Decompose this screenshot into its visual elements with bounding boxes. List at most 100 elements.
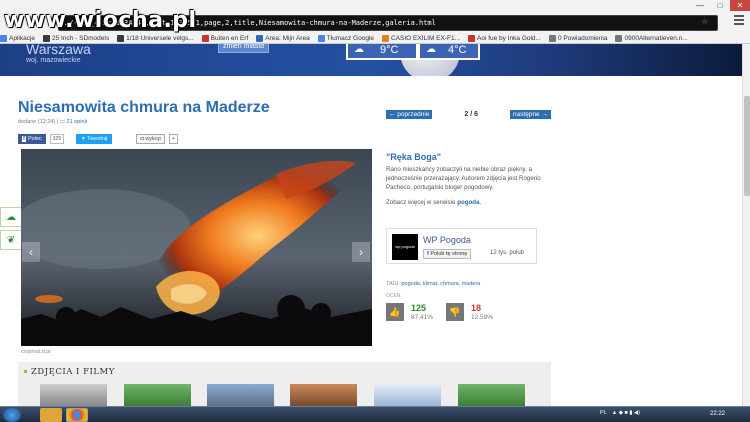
film-thumbnail[interactable] [124,384,191,406]
tray-icons[interactable]: ▲ ◆ ■ ▮ ◀) [612,410,640,416]
facebook-page-name[interactable]: WP Pogoda [423,235,471,245]
screen: — □ ✕ …/-/45_4,bc,1834548,list,1835571,p… [0,0,750,422]
bookmark-label: Area: Mijn Area [265,35,310,42]
social-bar: f Polec 325 ✦ Tweetnij ◘ wykop + [18,134,179,144]
bookmark-item[interactable]: Aplikacje [0,33,35,44]
film-thumbnail[interactable] [40,384,107,406]
tweet-label: Tweetnij [87,136,108,142]
tags-list[interactable]: pogoda, klimat, chmura, madera [401,281,480,287]
weather-banner: Warszawa woj. mazowieckie zmień miasto ☁… [0,44,742,76]
tags-label: TAGI: [386,281,402,287]
film-thumbnail[interactable] [458,384,525,406]
wp-pogoda-logo[interactable]: wp pogoda [392,234,418,260]
next-button[interactable]: następne → [509,110,551,119]
upvote-count: 125 [411,303,427,313]
clock[interactable]: 22:22 [710,411,725,417]
city-name: Warszawa [26,44,91,57]
photo-next-arrow[interactable]: › [352,242,370,262]
language-indicator[interactable]: PL [600,410,607,416]
gallery-pager: ← poprzednie 2 / 6 następne → [386,110,551,119]
section-title: ZDJĘCIA I FILMY [24,367,115,377]
film-thumbnail[interactable] [290,384,357,406]
temperature-tomorrow: 4°C [448,44,467,56]
bookmark-favicon-icon [0,35,7,42]
chrome-icon[interactable] [66,408,88,422]
temperature-today: 9°C [380,44,399,56]
explorer-icon[interactable] [40,408,62,422]
thumbs-up-icon[interactable]: 👍 [386,303,404,321]
region-name: woj. mazowieckie [26,57,81,64]
bookmark-label: 0 Powiadomienia [557,35,608,42]
facebook-label: Polec [28,136,42,142]
bookmark-item[interactable]: Tłumacz Google [317,33,375,44]
windows-taskbar: PL ▲ ◆ ■ ▮ ◀) 22:22 [0,406,750,422]
cloud-icon: ☁ [426,44,436,55]
cloud-icon: ☁ [354,44,364,55]
change-city-button[interactable]: zmień miasto [218,44,270,53]
minimize-button[interactable]: — [690,0,710,11]
see-more-link[interactable]: pogoda [457,199,479,206]
prev-button[interactable]: ← poprzednie [386,110,433,119]
page-likes: 12 tys. polub [490,250,525,256]
system-tray: PL ▲ ◆ ■ ▮ ◀) [600,410,640,416]
weather-tomorrow[interactable]: ☁ 4°C [418,44,480,60]
tweet-button[interactable]: ✦ Tweetnij [76,134,113,144]
close-button[interactable]: ✕ [730,0,750,11]
photo-title: "Ręka Boga" [386,152,442,162]
bookmark-label: Buiten en Erf [210,35,249,42]
tags: TAGI: pogoda, klimat, chmura, madera [386,281,480,287]
comments-link[interactable]: 21 opinii [67,119,88,125]
facebook-recommend-button[interactable]: f Polec [18,134,46,144]
wykop-plus-button[interactable]: + [168,134,179,144]
film-thumbnail[interactable] [207,384,274,406]
wykop-label: wykop [145,136,161,142]
bookmark-label: Aoi fue by Inka Gold... [477,35,541,42]
bookmark-favicon-icon [548,35,556,42]
bookmark-favicon-icon [615,35,623,42]
side-widgets: ☁ ❦ [0,207,22,253]
article-meta: dodane (12:24) | ▭ 21 opinii [18,119,87,125]
menu-icon[interactable] [734,15,744,25]
see-more-text: Zobacz więcej w serwisie [386,199,458,206]
bookmark-favicon-icon [256,35,264,42]
bookmark-item[interactable]: 0900Alternatieven.n... [615,33,688,44]
bookmark-item[interactable]: 1/18 Universele velgs... [117,33,194,44]
bookmark-favicon-icon [117,35,125,42]
bookmark-item[interactable]: Buiten en Erf [201,33,249,44]
see-more: Zobacz więcej w serwisie pogoda. [386,199,481,206]
film-thumbnail[interactable] [374,384,441,406]
wykop-button[interactable]: ◘ wykop [136,134,165,144]
bookmark-item[interactable]: Aoi fue by Inka Gold... [468,33,541,44]
bookmark-label: Tłumacz Google [326,35,375,42]
upvote-percent: 87.41% [411,314,434,321]
photo-prev-arrow[interactable]: ‹ [22,242,40,262]
facebook-page-box: wp pogoda WP Pogoda f Polub tę stronę 12… [386,228,537,264]
like-page-button[interactable]: f Polub tę stronę [423,249,472,259]
bookmark-star-icon[interactable]: ★ [700,16,710,28]
bookmark-favicon-icon [201,35,209,42]
gallery-photo[interactable] [21,149,372,346]
bookmarks-bar: Aplikacje 25 Inch - SDmodels 1/18 Universe… [0,33,750,44]
bookmark-label: Aplikacje [9,35,36,42]
downvote-count: 18 [471,303,482,313]
start-button[interactable] [3,408,21,422]
bookmark-item[interactable]: Area: Mijn Area [256,33,310,44]
bookmark-item[interactable]: 25 Inch - SDmodels [43,33,109,44]
page-scrollbar[interactable] [742,44,750,406]
photos-and-films-section: ZDJĘCIA I FILMY [18,362,551,406]
bookmark-favicon-icon [317,35,325,42]
facebook-count: 325 [49,134,65,144]
article-title: Niesamowita chmura na Maderze [18,99,270,116]
like-page-label: Polub tę stronę [430,251,468,257]
weather-widget-icon[interactable]: ☁ [0,207,22,227]
maximize-button[interactable]: □ [710,0,730,11]
bookmark-item[interactable]: 0 Powiadomienia [548,33,608,44]
comment-icon: ▭ [59,119,65,125]
thumbs-down-icon[interactable]: 👎 [446,303,464,321]
plant-widget-icon[interactable]: ❦ [0,230,22,250]
weather-today[interactable]: ☁ 9°C [346,44,418,60]
scrollbar-thumb[interactable] [744,96,750,196]
photo-source: cmjornal.xl.pt [21,349,51,355]
bookmark-label: 25 Inch - SDmodels [52,35,110,42]
bookmark-item[interactable]: CASIO EXILIM EX-F1... [382,33,460,44]
